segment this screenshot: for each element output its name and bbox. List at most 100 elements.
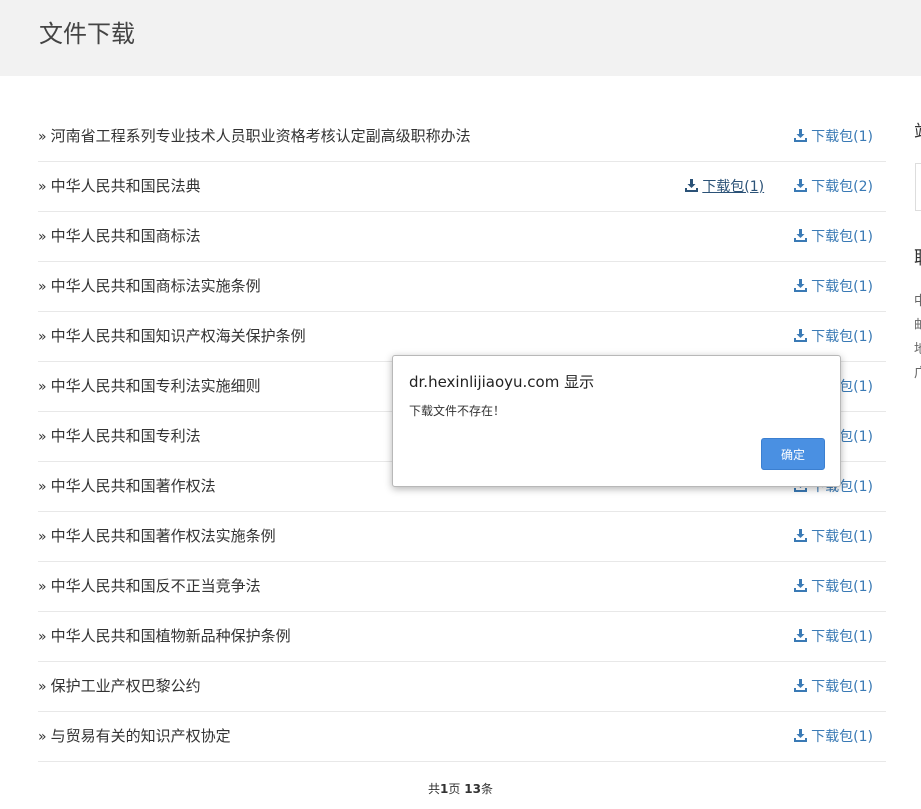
download-package-label: 下载包(1) <box>811 579 873 595</box>
download-package-label: 下载包(1) <box>702 179 765 195</box>
sidebar-heading: 站 <box>914 118 921 144</box>
sidebar-search-box[interactable] <box>915 163 921 211</box>
download-package-link[interactable]: 下载包(2) <box>794 175 873 199</box>
download-package-link[interactable]: 下载包(1) <box>794 575 873 599</box>
download-package-label: 下载包(1) <box>811 279 873 295</box>
page-title: 文件下载 <box>39 20 135 48</box>
download-icon <box>794 629 808 642</box>
file-name-text: 中华人民共和国商标法实施条例 <box>50 277 261 295</box>
file-row: » 中华人民共和国民法典 下载包(1) 下载包(2) <box>38 162 886 212</box>
double-chevron-right-icon: » <box>38 329 47 345</box>
download-package-label: 下载包(1) <box>811 229 873 245</box>
download-package-link[interactable]: 下载包(1) <box>794 275 873 299</box>
double-chevron-right-icon: » <box>38 229 47 245</box>
download-package-link[interactable]: 下载包(1) <box>794 125 873 149</box>
download-package-link[interactable]: 下载包(1) <box>794 225 873 249</box>
file-name-link[interactable]: » 与贸易有关的知识产权协定 <box>38 724 231 749</box>
file-name-link[interactable]: » 中华人民共和国反不正当竞争法 <box>38 574 261 599</box>
dialog-message: 下载文件不存在！ <box>409 404 506 418</box>
double-chevron-right-icon: » <box>38 429 47 445</box>
download-package-link[interactable]: 下载包(1) <box>794 725 873 749</box>
file-name-link[interactable]: » 河南省工程系列专业技术人员职业资格考核认定副高级职称办法 <box>38 124 471 149</box>
download-package-label: 下载包(1) <box>811 679 873 695</box>
download-package-link[interactable]: 下载包(1) <box>794 625 873 649</box>
download-package-link[interactable]: 下载包(1) <box>794 675 873 699</box>
file-name-link[interactable]: » 中华人民共和国植物新品种保护条例 <box>38 624 291 649</box>
double-chevron-right-icon: » <box>38 629 47 645</box>
file-name-link[interactable]: » 中华人民共和国著作权法实施条例 <box>38 524 276 549</box>
download-links: 下载包(1) <box>794 125 873 149</box>
sidebar-text-line: 中 <box>914 294 921 309</box>
download-icon <box>794 279 808 292</box>
double-chevron-right-icon: » <box>38 479 47 495</box>
file-name-text: 中华人民共和国著作权法实施条例 <box>50 527 276 545</box>
file-name-link[interactable]: » 中华人民共和国商标法 <box>38 224 201 249</box>
download-links: 下载包(1) <box>794 625 873 649</box>
file-row: » 中华人民共和国植物新品种保护条例 下载包(1) <box>38 612 886 662</box>
download-icon <box>794 679 808 692</box>
dialog-title: dr.hexinlijiaoyu.com 显示 <box>409 373 595 391</box>
pager: 共1页 13条 <box>0 780 921 798</box>
file-name-text: 中华人民共和国知识产权海关保护条例 <box>50 327 306 345</box>
file-name-text: 河南省工程系列专业技术人员职业资格考核认定副高级职称办法 <box>50 127 471 145</box>
sidebar-text-line: 邮 <box>914 318 921 333</box>
pager-prefix: 共 <box>428 782 441 796</box>
double-chevron-right-icon: » <box>38 579 47 595</box>
download-links: 下载包(1) <box>794 525 873 549</box>
download-icon <box>794 129 808 142</box>
double-chevron-right-icon: » <box>38 679 47 695</box>
download-package-label: 下载包(1) <box>811 629 873 645</box>
double-chevron-right-icon: » <box>38 729 47 745</box>
download-package-link[interactable]: 下载包(1) <box>794 325 873 349</box>
file-row: » 中华人民共和国商标法 下载包(1) <box>38 212 886 262</box>
file-name-text: 中华人民共和国专利法 <box>50 427 201 445</box>
page-header: 文件下载 <box>0 0 921 76</box>
dialog-ok-button[interactable]: 确定 <box>761 438 825 470</box>
download-icon <box>794 579 808 592</box>
sidebar-text-line: 广 <box>914 366 921 381</box>
pager-page-unit: 页 <box>448 782 465 796</box>
double-chevron-right-icon: » <box>38 279 47 295</box>
file-name-link[interactable]: » 中华人民共和国专利法实施细则 <box>38 374 261 399</box>
pager-count: 13 <box>464 782 481 796</box>
download-links: 下载包(1) <box>794 575 873 599</box>
file-row: » 中华人民共和国反不正当竞争法 下载包(1) <box>38 562 886 612</box>
download-package-label: 下载包(1) <box>811 729 873 745</box>
file-name-link[interactable]: » 保护工业产权巴黎公约 <box>38 674 201 699</box>
sidebar-contact-text: 中邮地广 <box>914 290 921 386</box>
file-row: » 保护工业产权巴黎公约 下载包(1) <box>38 662 886 712</box>
download-icon <box>794 329 808 342</box>
download-links: 下载包(1) <box>794 225 873 249</box>
download-package-link[interactable]: 下载包(1) <box>794 525 873 549</box>
file-name-text: 中华人民共和国民法典 <box>50 177 201 195</box>
download-package-label: 下载包(2) <box>811 179 873 195</box>
download-icon <box>794 529 808 542</box>
file-name-link[interactable]: » 中华人民共和国专利法 <box>38 424 201 449</box>
file-name-link[interactable]: » 中华人民共和国知识产权海关保护条例 <box>38 324 306 349</box>
file-name-link[interactable]: » 中华人民共和国著作权法 <box>38 474 216 499</box>
sidebar-contact-heading: 联 <box>914 244 921 270</box>
file-row: » 中华人民共和国商标法实施条例 下载包(1) <box>38 262 886 312</box>
double-chevron-right-icon: » <box>38 179 47 195</box>
file-name-text: 中华人民共和国著作权法 <box>50 477 216 495</box>
download-package-link[interactable]: 下载包(1) <box>685 175 764 199</box>
file-name-text: 中华人民共和国植物新品种保护条例 <box>50 627 291 645</box>
double-chevron-right-icon: » <box>38 129 47 145</box>
file-name-link[interactable]: » 中华人民共和国民法典 <box>38 174 201 199</box>
file-name-text: 中华人民共和国商标法 <box>50 227 201 245</box>
download-package-label: 下载包(1) <box>811 129 873 145</box>
download-links: 下载包(1) <box>794 275 873 299</box>
download-links: 下载包(1) 下载包(2) <box>685 175 873 199</box>
file-row: » 中华人民共和国著作权法实施条例 下载包(1) <box>38 512 886 562</box>
file-row: » 与贸易有关的知识产权协定 下载包(1) <box>38 712 886 762</box>
double-chevron-right-icon: » <box>38 379 47 395</box>
sidebar-text-line: 地 <box>914 342 921 357</box>
download-package-label: 下载包(1) <box>811 529 873 545</box>
file-row: » 河南省工程系列专业技术人员职业资格考核认定副高级职称办法 下载包(1) <box>38 112 886 162</box>
file-name-text: 中华人民共和国专利法实施细则 <box>50 377 261 395</box>
download-icon <box>794 179 808 192</box>
file-name-link[interactable]: » 中华人民共和国商标法实施条例 <box>38 274 261 299</box>
download-links: 下载包(1) <box>794 325 873 349</box>
double-chevron-right-icon: » <box>38 529 47 545</box>
pager-count-unit: 条 <box>480 782 493 796</box>
